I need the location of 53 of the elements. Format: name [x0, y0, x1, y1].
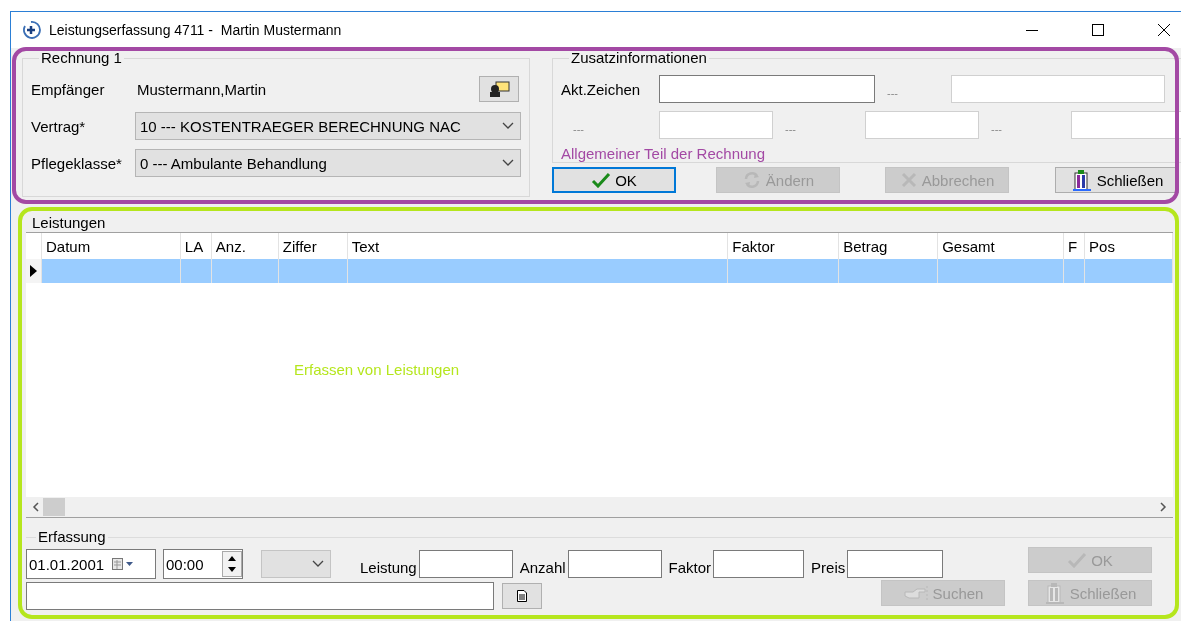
scroll-left-icon[interactable] [32, 502, 39, 512]
group-title: Erfassung [37, 530, 107, 544]
group-title: Rechnung 1 [40, 51, 123, 65]
document-icon [517, 590, 527, 602]
exit-icon [1043, 582, 1066, 604]
field-label: Akt.Zeichen [561, 80, 642, 98]
ok-button[interactable]: OK [552, 167, 676, 193]
date-field[interactable]: 01.01.2001 [26, 549, 156, 579]
chevron-down-icon [502, 122, 514, 130]
text-field[interactable] [847, 550, 944, 578]
spinner-icon [222, 551, 242, 577]
field-label: Leistung [360, 557, 417, 576]
calendar-icon [112, 558, 135, 570]
group-title: Leistungen [31, 216, 107, 230]
document-button[interactable] [502, 583, 542, 609]
field-label: --- [572, 123, 585, 135]
field-label: --- [990, 123, 1003, 135]
check-icon [591, 172, 612, 188]
horizontal-scrollbar[interactable] [26, 497, 1173, 518]
field-label: --- [784, 123, 797, 135]
scroll-thumb[interactable] [43, 498, 65, 516]
field-label: Faktor [668, 557, 712, 576]
scroll-right-icon[interactable] [1160, 502, 1167, 512]
text-field[interactable] [418, 550, 513, 578]
field-label: Preis [811, 557, 846, 576]
app-icon [21, 20, 41, 40]
contract-select[interactable]: 10 --- KOSTENTRAEGER BERECHNUNG NAC [135, 112, 521, 140]
window-title: Leistungserfassung 4711 - Martin Mustermann [49, 22, 343, 38]
person-card-icon [488, 81, 510, 97]
field-label: --- [886, 87, 899, 99]
row-pointer-icon [30, 265, 37, 277]
contract-select[interactable]: 0 --- Ambulante Behandlung [135, 149, 521, 177]
field-label: Pflegeklasse* [31, 154, 123, 172]
hand-icon [902, 584, 929, 602]
group-title: Zusatzinformationen [570, 51, 708, 65]
minimize-icon [1026, 29, 1038, 31]
text-field[interactable] [26, 582, 494, 610]
field-value: Mustermann,Martin [136, 80, 267, 98]
annotation-label: Erfassen von Leistungen [294, 361, 460, 378]
close-icon [1158, 24, 1170, 36]
maximize-icon [1092, 24, 1104, 36]
exit-icon [1070, 169, 1093, 191]
text-field[interactable] [659, 75, 875, 103]
text-field[interactable] [713, 550, 805, 578]
text-field[interactable] [567, 550, 662, 578]
time-field[interactable]: 00:00 [163, 549, 243, 579]
field-label: Anzahl [519, 557, 566, 576]
chevron-down-icon [312, 560, 324, 568]
field-label: Vertrag* [31, 117, 87, 135]
chevron-down-icon [502, 159, 514, 167]
contact-button[interactable] [479, 76, 519, 102]
annotation-label: Allgemeiner Teil der Rechnung [561, 145, 766, 162]
field-label: Empfänger [31, 80, 106, 98]
